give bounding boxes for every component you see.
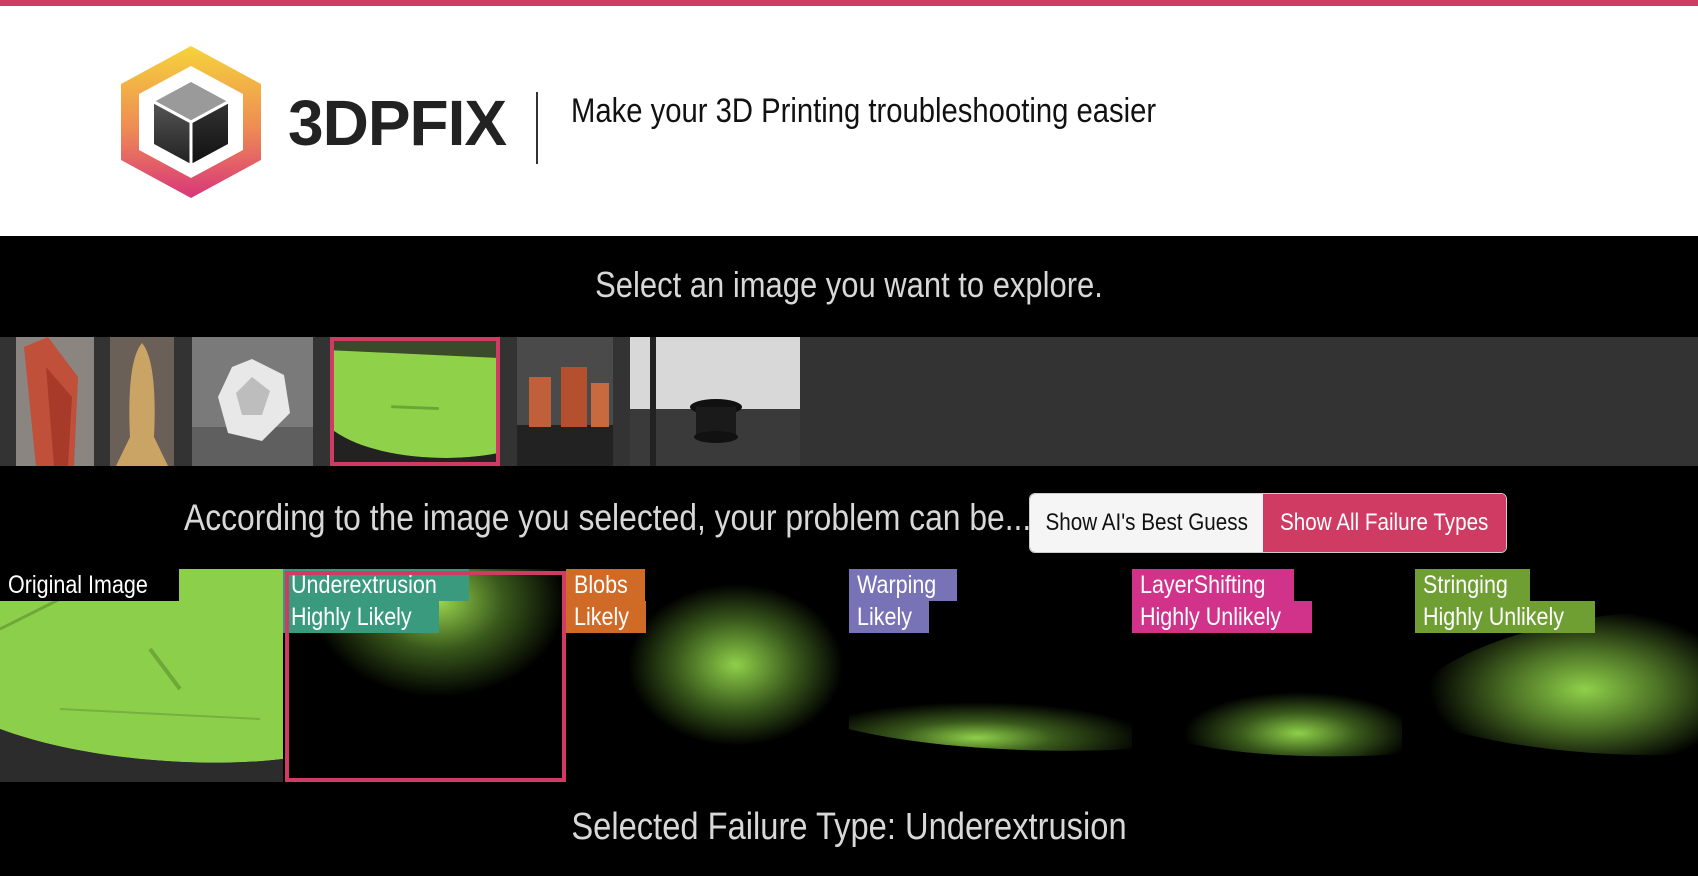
view-mode-toggle: Show AI's Best Guess Show All Failure Ty… [1029, 493, 1507, 553]
panel-title: Underextrusion [283, 569, 469, 601]
panel-likelihood: Likely [566, 601, 646, 633]
panel-title: Blobs [566, 569, 645, 601]
heatmap-underextrusion [283, 569, 566, 782]
thumbnail-3[interactable] [192, 337, 313, 466]
panel-original-image: Original Image [0, 569, 283, 782]
gallery-prompt: Select an image you want to explore. [595, 264, 1103, 305]
header: 3DPFIX Make your 3D Printing troubleshoo… [0, 6, 1698, 236]
show-all-failure-types-button[interactable]: Show All Failure Types [1263, 494, 1506, 552]
analysis-prompt: According to the image you selected, you… [184, 497, 1032, 538]
panel-title: Warping [849, 569, 958, 601]
panel-stringing[interactable]: Stringing Highly Unlikely [1415, 569, 1698, 782]
image-gallery [0, 337, 1698, 466]
panel-underextrusion[interactable]: Underextrusion Highly Likely [283, 569, 566, 782]
header-divider [536, 92, 538, 164]
thumbnail-1[interactable] [16, 337, 94, 466]
show-best-guess-button[interactable]: Show AI's Best Guess [1030, 494, 1263, 552]
thumbnail-6[interactable] [630, 337, 800, 466]
panel-title: Original Image [0, 569, 179, 601]
panel-likelihood: Likely [849, 601, 929, 633]
panel-warping[interactable]: Warping Likely [849, 569, 1132, 782]
show-best-guess-label: Show AI's Best Guess [1045, 509, 1248, 536]
panel-likelihood: Highly Unlikely [1132, 601, 1312, 633]
brand-name: 3DPFIX [288, 87, 507, 159]
thumbnail-5[interactable] [517, 337, 613, 466]
tagline: Make your 3D Printing troubleshooting ea… [571, 92, 1157, 130]
panel-title: LayerShifting [1132, 569, 1294, 601]
thumbnail-4-selected[interactable] [330, 337, 500, 466]
show-all-failure-types-label: Show All Failure Types [1280, 509, 1489, 536]
panel-title: Stringing [1415, 569, 1530, 601]
cube-logo-icon [121, 46, 261, 198]
panel-blobs[interactable]: Blobs Likely [566, 569, 849, 782]
panel-likelihood: Highly Likely [283, 601, 440, 633]
panel-layershifting[interactable]: LayerShifting Highly Unlikely [1132, 569, 1415, 782]
selected-failure-type: Selected Failure Type: Underextrusion [571, 806, 1127, 848]
thumbnail-2[interactable] [110, 337, 174, 466]
panel-likelihood: Highly Unlikely [1415, 601, 1595, 633]
